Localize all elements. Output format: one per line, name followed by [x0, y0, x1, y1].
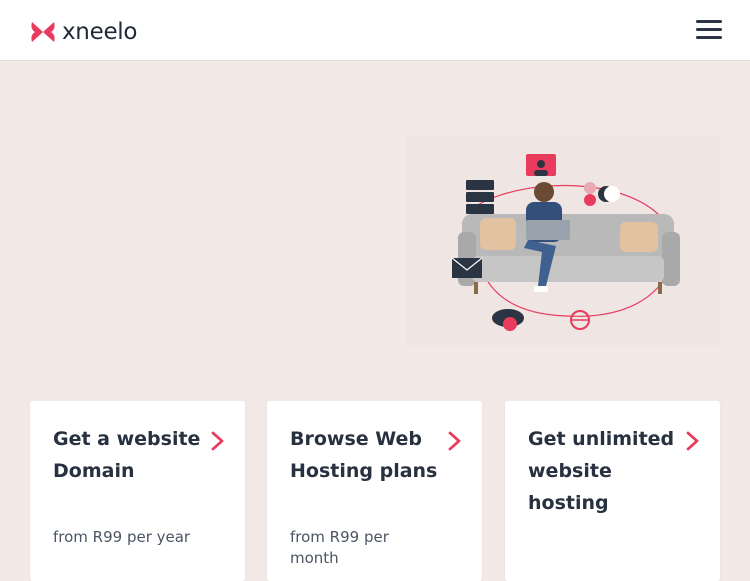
site-header: xneelo	[0, 0, 750, 61]
web-hosting-card[interactable]: Browse Web Hosting plans from R99 per mo…	[267, 401, 482, 581]
hamburger-menu-icon[interactable]	[696, 20, 722, 40]
card-title: Get unlimited website hosting	[528, 428, 675, 514]
chevron-right-icon	[211, 431, 224, 451]
card-title: Get a website Domain	[53, 428, 201, 482]
hero-illustration	[406, 136, 720, 345]
unlimited-hosting-card[interactable]: Get unlimited website hosting	[505, 401, 720, 581]
chevron-right-icon	[686, 431, 699, 451]
domain-card[interactable]: Get a website Domain from R99 per year	[30, 401, 245, 581]
xneelo-logo[interactable]: xneelo	[30, 18, 137, 46]
chevron-right-icon	[448, 431, 461, 451]
card-subtitle: from R99 per year	[53, 528, 191, 546]
butterfly-logo-icon	[31, 22, 55, 42]
card-title: Browse Web Hosting plans	[290, 428, 438, 482]
brand-name: xneelo	[62, 19, 138, 45]
